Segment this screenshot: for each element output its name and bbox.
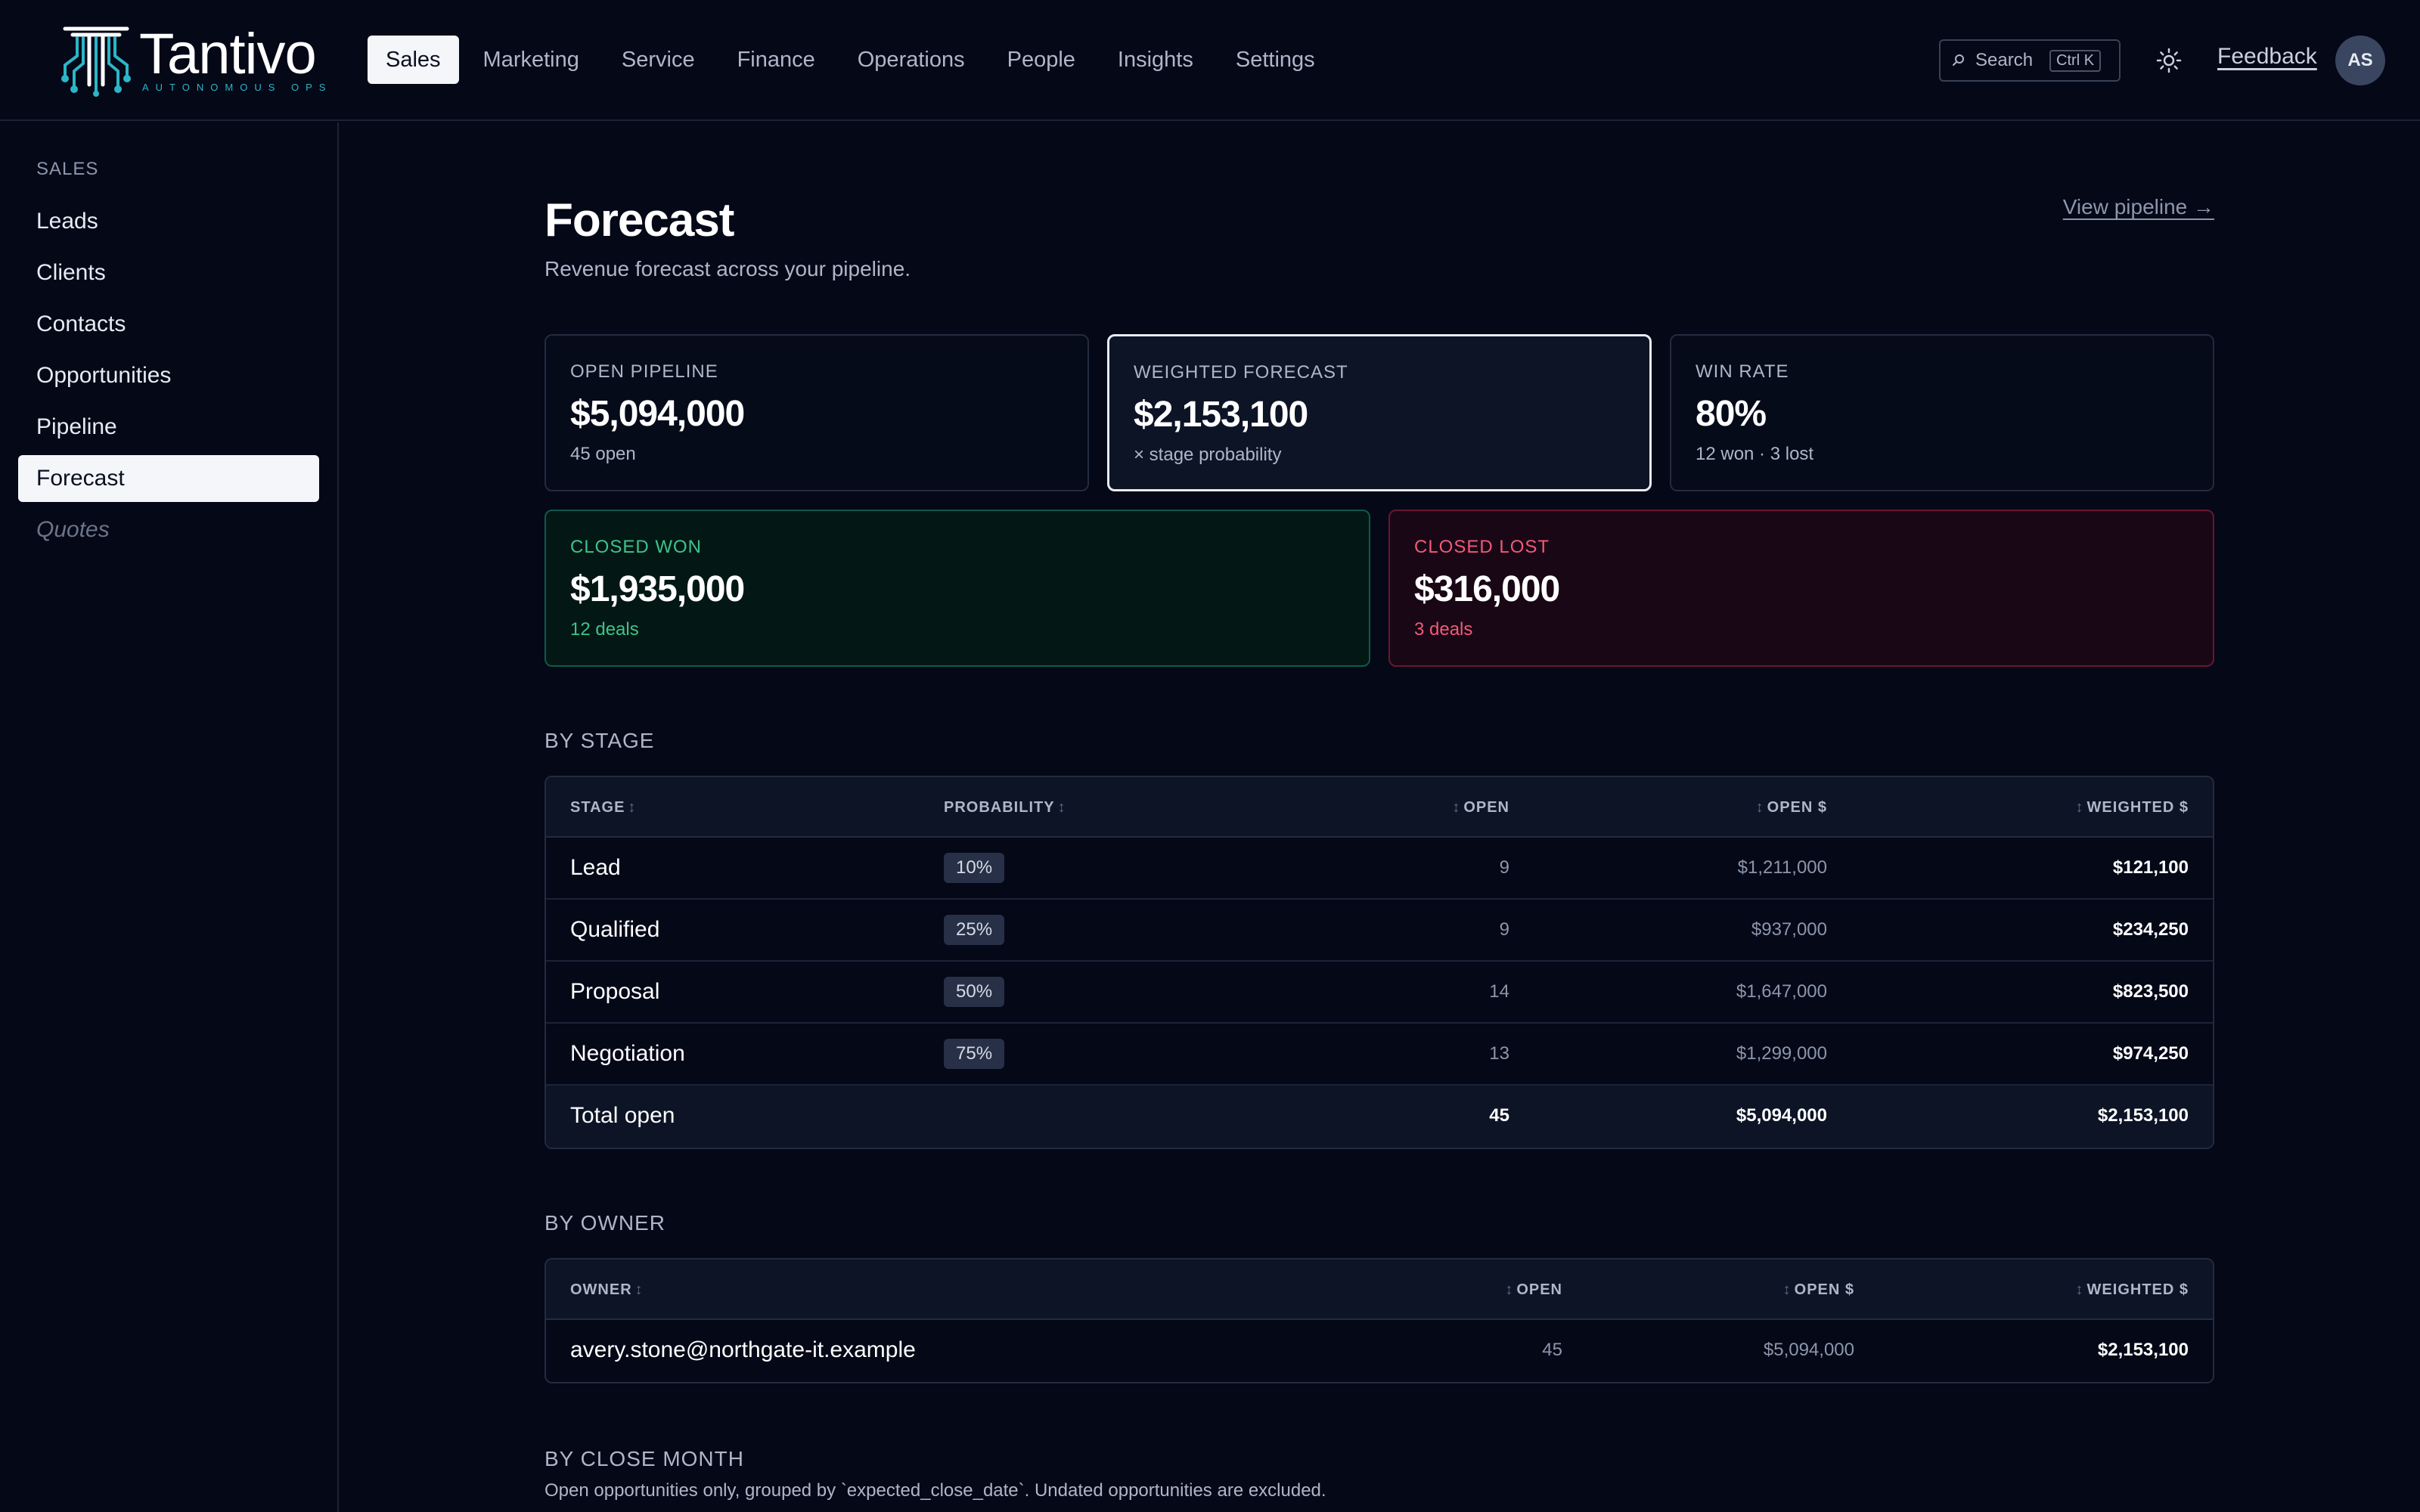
column-stage[interactable]: STAGE ↕ xyxy=(570,777,639,838)
nav-finance[interactable]: Finance xyxy=(719,36,833,84)
sidebar: SALES Leads Clients Contacts Opportuniti… xyxy=(0,122,339,1512)
top-bar: Tantivo AUTONOMOUS OPS Sales Marketing S… xyxy=(0,0,2420,121)
column-open[interactable]: ↕ OPEN xyxy=(1502,1259,1562,1320)
sidebar-item-forecast[interactable]: Forecast xyxy=(18,455,319,502)
card-label: OPEN PIPELINE xyxy=(570,361,718,382)
card-label: WEIGHTED FORECAST xyxy=(1134,362,1348,383)
nav-operations[interactable]: Operations xyxy=(839,36,983,84)
column-weighted[interactable]: ↕ WEIGHTED $ xyxy=(2073,1259,2189,1320)
sidebar-item-opportunities[interactable]: Opportunities xyxy=(18,352,319,399)
table-row[interactable]: Proposal 50% 14 $1,647,000 $823,500 xyxy=(546,962,2213,1024)
win-rate-card: WIN RATE 80% 12 won · 3 lost xyxy=(1670,334,2214,491)
user-avatar[interactable]: AS xyxy=(2335,36,2385,85)
column-open-amount[interactable]: ↕ OPEN $ xyxy=(1780,1259,1854,1320)
table-row[interactable]: Lead 10% 9 $1,211,000 $121,100 xyxy=(546,838,2213,900)
open-pipeline-card: OPEN PIPELINE $5,094,000 45 open xyxy=(544,334,1089,491)
card-value: 80% xyxy=(1696,394,1767,434)
table-header: OWNER ↕ ↕ OPEN ↕ OPEN $ ↕ WEIGHTED $ xyxy=(546,1259,2213,1320)
card-value: $2,153,100 xyxy=(1134,395,1308,435)
card-note: 45 open xyxy=(570,444,636,464)
page-subtitle: Revenue forecast across your pipeline. xyxy=(544,257,911,280)
view-pipeline-link[interactable]: View pipeline → xyxy=(2063,195,2214,219)
card-value: $5,094,000 xyxy=(570,394,745,434)
probability-badge: 25% xyxy=(944,915,1005,945)
nav-sales[interactable]: Sales xyxy=(368,36,459,84)
card-note: 12 deals xyxy=(570,619,639,640)
probability-badge: 50% xyxy=(944,977,1005,1007)
by-stage-title: BY STAGE xyxy=(544,729,655,752)
sidebar-item-quotes[interactable]: Quotes xyxy=(18,507,319,553)
probability-badge: 75% xyxy=(944,1039,1005,1069)
sidebar-item-clients[interactable]: Clients xyxy=(18,249,319,296)
brand-tagline: AUTONOMOUS OPS xyxy=(142,81,333,93)
search-button[interactable]: Search Ctrl K xyxy=(1939,39,2121,82)
sidebar-heading: SALES xyxy=(36,159,99,179)
card-label: CLOSED WON xyxy=(570,537,703,557)
brand-logo[interactable]: Tantivo AUTONOMOUS OPS xyxy=(54,21,332,97)
column-weighted[interactable]: ↕ WEIGHTED $ xyxy=(2073,777,2189,838)
search-label: Search xyxy=(1975,50,2034,70)
nav-service[interactable]: Service xyxy=(603,36,713,84)
column-open-amount[interactable]: ↕ OPEN $ xyxy=(1753,777,1827,838)
search-shortcut: Ctrl K xyxy=(2049,49,2102,72)
closed-won-card: CLOSED WON $1,935,000 12 deals xyxy=(544,510,1370,667)
sidebar-item-leads[interactable]: Leads xyxy=(18,198,319,245)
nav-people[interactable]: People xyxy=(989,36,1094,84)
main-nav: Sales Marketing Service Finance Operatio… xyxy=(368,36,1339,84)
card-label: CLOSED LOST xyxy=(1414,537,1550,557)
table-row[interactable]: avery.stone@northgate-it.example 45 $5,0… xyxy=(546,1320,2213,1382)
card-value: $1,935,000 xyxy=(570,569,745,609)
feedback-link[interactable]: Feedback xyxy=(2217,44,2317,70)
column-owner[interactable]: OWNER ↕ xyxy=(570,1259,647,1320)
nav-marketing[interactable]: Marketing xyxy=(465,36,597,84)
sidebar-item-pipeline[interactable]: Pipeline xyxy=(18,404,319,451)
by-close-month-description: Open opportunities only, grouped by `exp… xyxy=(544,1480,1326,1501)
page-title: Forecast xyxy=(544,194,734,246)
brand-logo-icon xyxy=(61,26,131,97)
nav-insights[interactable]: Insights xyxy=(1100,36,1212,84)
weighted-forecast-card: WEIGHTED FORECAST $2,153,100 × stage pro… xyxy=(1107,334,1652,491)
by-stage-table: STAGE ↕ PROBABILITY ↕ ↕ OPEN ↕ OPEN $ ↕ WEIGH… xyxy=(544,776,2214,1149)
table-total-row: Total open 45 $5,094,000 $2,153,100 xyxy=(546,1086,2213,1148)
card-note: 12 won · 3 lost xyxy=(1696,444,1814,464)
table-row[interactable]: Qualified 25% 9 $937,000 $234,250 xyxy=(546,900,2213,962)
search-icon xyxy=(1953,54,1964,66)
brand-name: Tantivo xyxy=(139,21,317,86)
nav-settings[interactable]: Settings xyxy=(1218,36,1333,84)
sidebar-nav: Leads Clients Contacts Opportunities Pip… xyxy=(18,198,319,558)
card-value: $316,000 xyxy=(1414,569,1560,609)
by-owner-title: BY OWNER xyxy=(544,1211,666,1235)
by-close-month-title: BY CLOSE MONTH xyxy=(544,1447,744,1470)
probability-badge: 10% xyxy=(944,853,1005,883)
column-probability[interactable]: PROBABILITY ↕ xyxy=(944,777,1069,838)
theme-toggle-sun-icon[interactable] xyxy=(2154,45,2184,76)
closed-lost-card: CLOSED LOST $316,000 3 deals xyxy=(1388,510,2214,667)
column-open[interactable]: ↕ OPEN xyxy=(1449,777,1509,838)
sidebar-item-contacts[interactable]: Contacts xyxy=(18,301,319,348)
card-note: 3 deals xyxy=(1414,619,1473,640)
table-header: STAGE ↕ PROBABILITY ↕ ↕ OPEN ↕ OPEN $ ↕ WEIGH… xyxy=(546,777,2213,838)
by-owner-table: OWNER ↕ ↕ OPEN ↕ OPEN $ ↕ WEIGHTED $ avery.s… xyxy=(544,1258,2214,1383)
card-note: × stage probability xyxy=(1134,445,1282,465)
card-label: WIN RATE xyxy=(1696,361,1789,382)
table-row[interactable]: Negotiation 75% 13 $1,299,000 $974,250 xyxy=(546,1024,2213,1086)
